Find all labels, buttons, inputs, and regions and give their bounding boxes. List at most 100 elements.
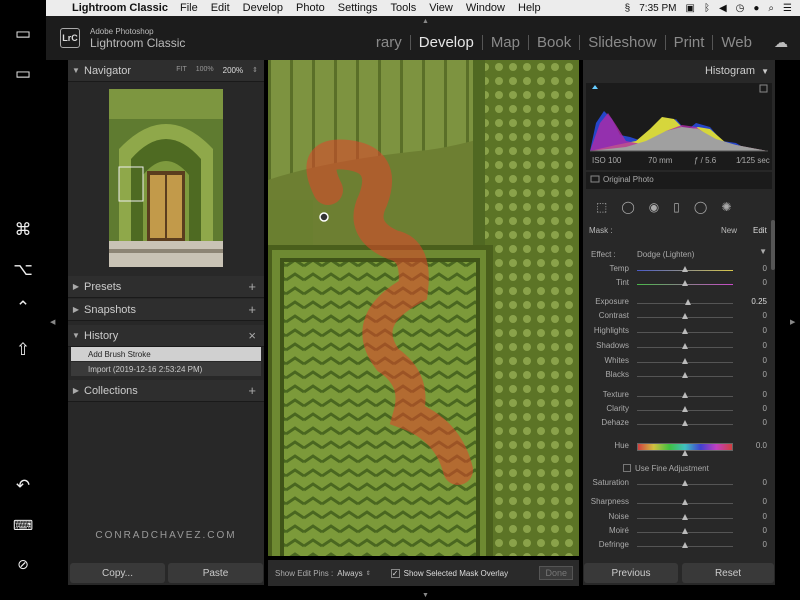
hue-slider[interactable]: Hue 0.0	[587, 441, 771, 457]
sharpness-value[interactable]: 0	[737, 497, 767, 506]
temp-slider[interactable]: Temp 0	[587, 264, 771, 278]
crop-tool-icon[interactable]: ⬚	[596, 200, 607, 214]
edit-pins-select[interactable]: Always	[337, 569, 362, 578]
add-snapshot-icon[interactable]: +	[248, 302, 256, 317]
menu-window[interactable]: Window	[466, 2, 505, 14]
contrast-slider[interactable]: Contrast 0	[587, 311, 771, 325]
contrast-handle[interactable]	[682, 313, 688, 319]
shift-key-icon[interactable]: ⇧	[0, 340, 46, 360]
histogram[interactable]: ISO 100 70 mm ƒ / 5.6 1⁄125 sec Original…	[586, 83, 772, 189]
collapse-icon[interactable]: ▼	[68, 331, 84, 340]
noise-value[interactable]: 0	[737, 512, 767, 521]
expand-icon[interactable]: ▶	[68, 386, 84, 395]
menu-view[interactable]: View	[429, 2, 453, 14]
expand-icon[interactable]: ▶	[68, 282, 84, 291]
dropdown-icon[interactable]: ⇕	[366, 570, 371, 577]
noise-handle[interactable]	[682, 514, 688, 520]
menu-list-icon[interactable]: ☰	[783, 3, 792, 14]
defringe-value[interactable]: 0	[737, 540, 767, 549]
brush-tool-icon[interactable]: ✺	[721, 200, 731, 214]
presets-header[interactable]: ▶ Presets +	[68, 276, 264, 298]
add-collection-icon[interactable]: +	[248, 383, 256, 398]
menu-edit[interactable]: Edit	[211, 2, 230, 14]
blacks-value[interactable]: 0	[737, 370, 767, 379]
menu-help[interactable]: Help	[518, 2, 541, 14]
undo-icon[interactable]: ↶	[0, 476, 46, 496]
collapse-icon[interactable]: ▼	[68, 66, 84, 75]
collapse-icon[interactable]: ▼	[761, 67, 769, 76]
right-panel-scrollbar[interactable]	[771, 220, 775, 270]
saturation-value[interactable]: 0	[737, 478, 767, 487]
navigator-preview[interactable]	[109, 89, 223, 267]
saturation-handle[interactable]	[682, 480, 688, 486]
menu-settings[interactable]: Settings	[338, 2, 378, 14]
clarity-handle[interactable]	[682, 406, 688, 412]
zoom-menu-icon[interactable]: ⇕	[252, 66, 258, 75]
history-item[interactable]: Import (2019-12-16 2:53:24 PM)	[71, 362, 261, 376]
moire-value[interactable]: 0	[737, 526, 767, 535]
menu-develop[interactable]: Develop	[243, 2, 283, 14]
screen-mirror-icon[interactable]: ▣	[685, 3, 694, 14]
zoom-fit[interactable]: FIT	[176, 66, 187, 75]
sharpness-slider[interactable]: Sharpness 0	[587, 497, 771, 511]
collections-header[interactable]: ▶ Collections +	[68, 380, 264, 402]
defringe-handle[interactable]	[682, 542, 688, 548]
texture-value[interactable]: 0	[737, 390, 767, 399]
sharpness-handle[interactable]	[682, 499, 688, 505]
previous-button[interactable]: Previous	[584, 563, 678, 583]
control-key-icon[interactable]: ⌃	[0, 298, 46, 318]
moire-handle[interactable]	[682, 528, 688, 534]
shadows-slider[interactable]: Shadows 0	[587, 341, 771, 355]
highlights-handle[interactable]	[682, 328, 688, 334]
command-key-icon[interactable]: ⌘	[0, 220, 46, 240]
clarity-slider[interactable]: Clarity 0	[587, 404, 771, 418]
copy-button[interactable]: Copy...	[70, 563, 165, 583]
menu-file[interactable]: File	[180, 2, 198, 14]
clarity-value[interactable]: 0	[737, 404, 767, 413]
spotlight-icon[interactable]: ⌕	[768, 3, 774, 14]
module-develop[interactable]: Develop	[411, 35, 483, 50]
time-display[interactable]: 7:35 PM	[639, 3, 676, 14]
exposure-slider[interactable]: Exposure 0.25	[587, 297, 771, 311]
top-panel-toggle-icon[interactable]: ▲	[422, 18, 429, 25]
effect-select[interactable]: Dodge (Lighten)	[637, 250, 694, 259]
dehaze-slider[interactable]: Dehaze 0	[587, 418, 771, 432]
temp-handle[interactable]	[682, 266, 688, 272]
blacks-handle[interactable]	[682, 372, 688, 378]
contrast-value[interactable]: 0	[737, 311, 767, 320]
navigator-header[interactable]: ▼ Navigator FIT 100% 200% ⇕	[68, 60, 264, 82]
graduated-filter-icon[interactable]: ▯	[673, 200, 680, 214]
hue-handle[interactable]	[682, 450, 688, 456]
highlights-slider[interactable]: Highlights 0	[587, 326, 771, 340]
module-book[interactable]: Book	[529, 35, 581, 50]
red-eye-icon[interactable]: ◉	[649, 200, 659, 214]
defringe-slider[interactable]: Defringe 0	[587, 540, 771, 554]
user-icon[interactable]: ●	[753, 3, 759, 14]
dehaze-handle[interactable]	[682, 420, 688, 426]
option-key-icon[interactable]: ⌥	[0, 260, 46, 280]
noise-slider[interactable]: Noise 0	[587, 512, 771, 526]
spot-removal-icon[interactable]: ◯	[621, 200, 634, 214]
sidebar-toggle-icon[interactable]: ▭	[0, 24, 46, 44]
tint-slider[interactable]: Tint 0	[587, 278, 771, 292]
left-panel-toggle-icon[interactable]: ◀	[50, 318, 55, 326]
exposure-handle[interactable]	[685, 299, 691, 305]
script-icon[interactable]: §	[625, 3, 631, 14]
menu-photo[interactable]: Photo	[296, 2, 325, 14]
cloud-icon[interactable]: ☁	[774, 34, 788, 51]
radial-filter-icon[interactable]: ◯	[694, 200, 707, 214]
mask-edit-button[interactable]: Edit	[753, 226, 767, 235]
clear-history-icon[interactable]: ×	[248, 328, 256, 343]
mask-new-button[interactable]: New	[721, 226, 737, 235]
collapse-icon[interactable]: ▼	[759, 247, 767, 256]
module-web[interactable]: Web	[713, 35, 760, 50]
disconnect-icon[interactable]: ⊘	[0, 556, 46, 573]
done-button[interactable]: Done	[539, 566, 573, 580]
highlights-value[interactable]: 0	[737, 326, 767, 335]
moire-slider[interactable]: Moiré 0	[587, 526, 771, 540]
module-print[interactable]: Print	[666, 35, 714, 50]
history-item[interactable]: Add Brush Stroke	[71, 347, 261, 361]
zoom-100[interactable]: 100%	[196, 66, 214, 75]
whites-slider[interactable]: Whites 0	[587, 356, 771, 370]
module-library[interactable]: rary	[368, 35, 411, 50]
